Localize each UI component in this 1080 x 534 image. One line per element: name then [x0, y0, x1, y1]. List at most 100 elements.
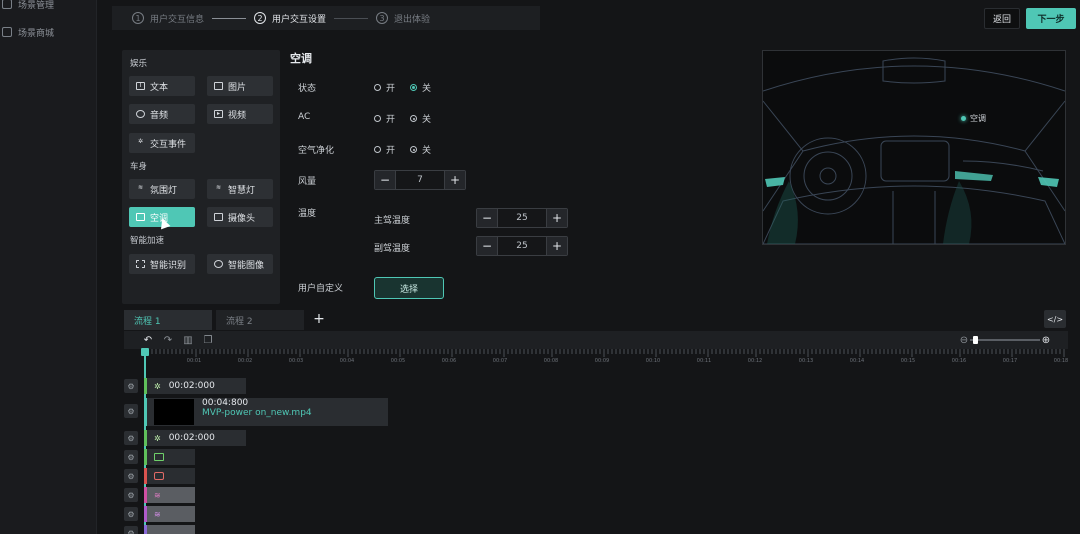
section-smart-acceleration: 智能加速	[130, 236, 165, 246]
timeline-clip-camera[interactable]	[144, 468, 195, 484]
zoom-slider-track[interactable]	[970, 339, 1040, 341]
increment-button[interactable]: +	[547, 237, 567, 255]
driver-temp-label: 主驾温度	[374, 216, 411, 226]
zoom-out-icon[interactable]: ⊖	[958, 334, 970, 346]
video-thumbnail	[154, 399, 194, 425]
radio-dot	[410, 84, 417, 91]
track-settings-icon[interactable]: ⚙	[124, 507, 138, 521]
section-body: 车身	[130, 162, 148, 172]
smart-image-icon	[214, 260, 223, 268]
ruler-tick-label: 00:02	[237, 358, 253, 364]
clip-color-bar	[144, 449, 147, 465]
purify-off-radio[interactable]: 关	[410, 143, 431, 156]
palette-smart-recognition-button[interactable]: 智能识别	[129, 254, 195, 274]
ruler-tick-label: 00:07	[492, 358, 508, 364]
state-on-radio[interactable]: 开	[374, 81, 395, 94]
radio-dot	[410, 115, 417, 122]
zoom-in-icon[interactable]: ⊕	[1040, 334, 1052, 346]
ruler-tick-label: 00:01	[186, 358, 202, 364]
timeline-ruler[interactable]: 00:01 00:02 00:03 00:04 00:05 00:06 00:07 00:08…	[144, 349, 1068, 369]
add-flow-button[interactable]: +	[310, 310, 328, 328]
camera-icon	[214, 213, 223, 221]
image-icon	[214, 82, 223, 90]
passenger-temp-label: 副驾温度	[374, 244, 411, 254]
redo-icon[interactable]: ↷	[162, 334, 174, 346]
timeline-clip-interaction[interactable]: ✲ 00:02:000	[144, 430, 246, 446]
state-off-radio[interactable]: 关	[410, 81, 431, 94]
radio-dot	[374, 146, 381, 153]
copy-icon[interactable]: ❐	[202, 334, 214, 346]
step-number: 3	[376, 12, 389, 24]
ac-on-radio[interactable]: 开	[374, 112, 395, 125]
video-icon: ▸	[214, 110, 223, 118]
ac-off-radio[interactable]: 关	[410, 112, 431, 125]
track-settings-icon[interactable]: ⚙	[124, 488, 138, 502]
radio-label: 关	[422, 146, 432, 156]
timeline-clip-video[interactable]: 00:04:800 MVP-power on_new.mp4	[144, 398, 388, 426]
palette-item-label: 摄像头	[228, 213, 256, 224]
palette-ambient-light-button[interactable]: ≋ 氛围灯	[129, 179, 195, 199]
palette-video-button[interactable]: ▸ 视频	[207, 104, 273, 124]
hotspot-label: 空调	[970, 114, 986, 123]
ruler-tick-label: 00:14	[849, 358, 865, 364]
ruler-tick-label: 00:03	[288, 358, 304, 364]
passenger-temp-value[interactable]: 25	[497, 237, 547, 255]
step-label: 用户交互信息	[150, 14, 205, 25]
back-button[interactable]: 返回	[984, 8, 1020, 29]
timeline-clip-light[interactable]: ≋	[144, 506, 195, 522]
delete-icon[interactable]: ▥	[182, 334, 194, 346]
driver-temp-value[interactable]: 25	[497, 209, 547, 227]
shield-icon	[2, 0, 12, 9]
purify-on-radio[interactable]: 开	[374, 143, 395, 156]
palette-audio-button[interactable]: 音频	[129, 104, 195, 124]
zoom-slider-handle[interactable]	[973, 336, 978, 344]
timeline-clip-light[interactable]	[144, 525, 195, 534]
step-divider	[212, 17, 247, 19]
sidebar-item-scene-management[interactable]: 场景管理	[2, 0, 54, 14]
clip-duration: 00:04:800	[202, 398, 249, 408]
track-settings-icon[interactable]: ⚙	[124, 404, 138, 418]
palette-smart-light-button[interactable]: ≋ 智慧灯	[207, 179, 273, 199]
decrement-button[interactable]: −	[375, 171, 395, 189]
increment-button[interactable]: +	[445, 171, 465, 189]
ruler-ticks	[144, 349, 1065, 357]
ruler-tick-label: 00:04	[339, 358, 355, 364]
timeline-toolbar: ↶ ↷ ▥ ❐ ⊖ ⊕	[124, 331, 1068, 349]
increment-button[interactable]: +	[547, 209, 567, 227]
undo-icon[interactable]: ↶	[142, 334, 154, 346]
palette-text-button[interactable]: T 文本	[129, 76, 195, 96]
tab-flow-2[interactable]: 流程 2	[216, 310, 304, 330]
camera-icon	[154, 472, 164, 480]
ruler-tick-label: 00:17	[1002, 358, 1018, 364]
ruler-tick-label: 00:12	[747, 358, 763, 364]
timeline-clip-light[interactable]: ≋	[144, 487, 195, 503]
timeline-clip-interaction[interactable]: ✲ 00:02:000	[144, 378, 246, 394]
decrement-button[interactable]: −	[477, 209, 497, 227]
temperature-label: 温度	[298, 209, 317, 219]
track-settings-icon[interactable]: ⚙	[124, 450, 138, 464]
playhead-handle[interactable]	[141, 348, 149, 356]
palette-camera-button[interactable]: 摄像头	[207, 207, 273, 227]
track-settings-icon[interactable]: ⚙	[124, 526, 138, 534]
track-settings-icon[interactable]: ⚙	[124, 379, 138, 393]
tab-flow-1[interactable]: 流程 1	[124, 310, 212, 330]
timeline-clip-screen[interactable]	[144, 449, 195, 465]
palette-interaction-event-button[interactable]: ✲ 交互事件	[129, 133, 195, 153]
track-settings-icon[interactable]: ⚙	[124, 431, 138, 445]
select-button[interactable]: 选择	[374, 277, 444, 299]
code-view-button[interactable]: </>	[1044, 310, 1066, 328]
sidebar-item-scene-mall[interactable]: 场景商城	[2, 22, 54, 42]
radio-dot	[374, 115, 381, 122]
store-icon	[2, 27, 12, 37]
screen-icon	[154, 453, 164, 461]
wind-value[interactable]: 7	[395, 171, 445, 189]
radio-dot	[374, 84, 381, 91]
palette-image-button[interactable]: 图片	[207, 76, 273, 96]
track-settings-icon[interactable]: ⚙	[124, 469, 138, 483]
ruler-tick-label: 00:09	[594, 358, 610, 364]
palette-smart-image-button[interactable]: 智能图像	[207, 254, 273, 274]
decrement-button[interactable]: −	[477, 237, 497, 255]
ruler-tick-label: 00:13	[798, 358, 814, 364]
ac-hotspot[interactable]: 空调	[961, 113, 986, 124]
next-step-button[interactable]: 下一步	[1026, 8, 1076, 29]
